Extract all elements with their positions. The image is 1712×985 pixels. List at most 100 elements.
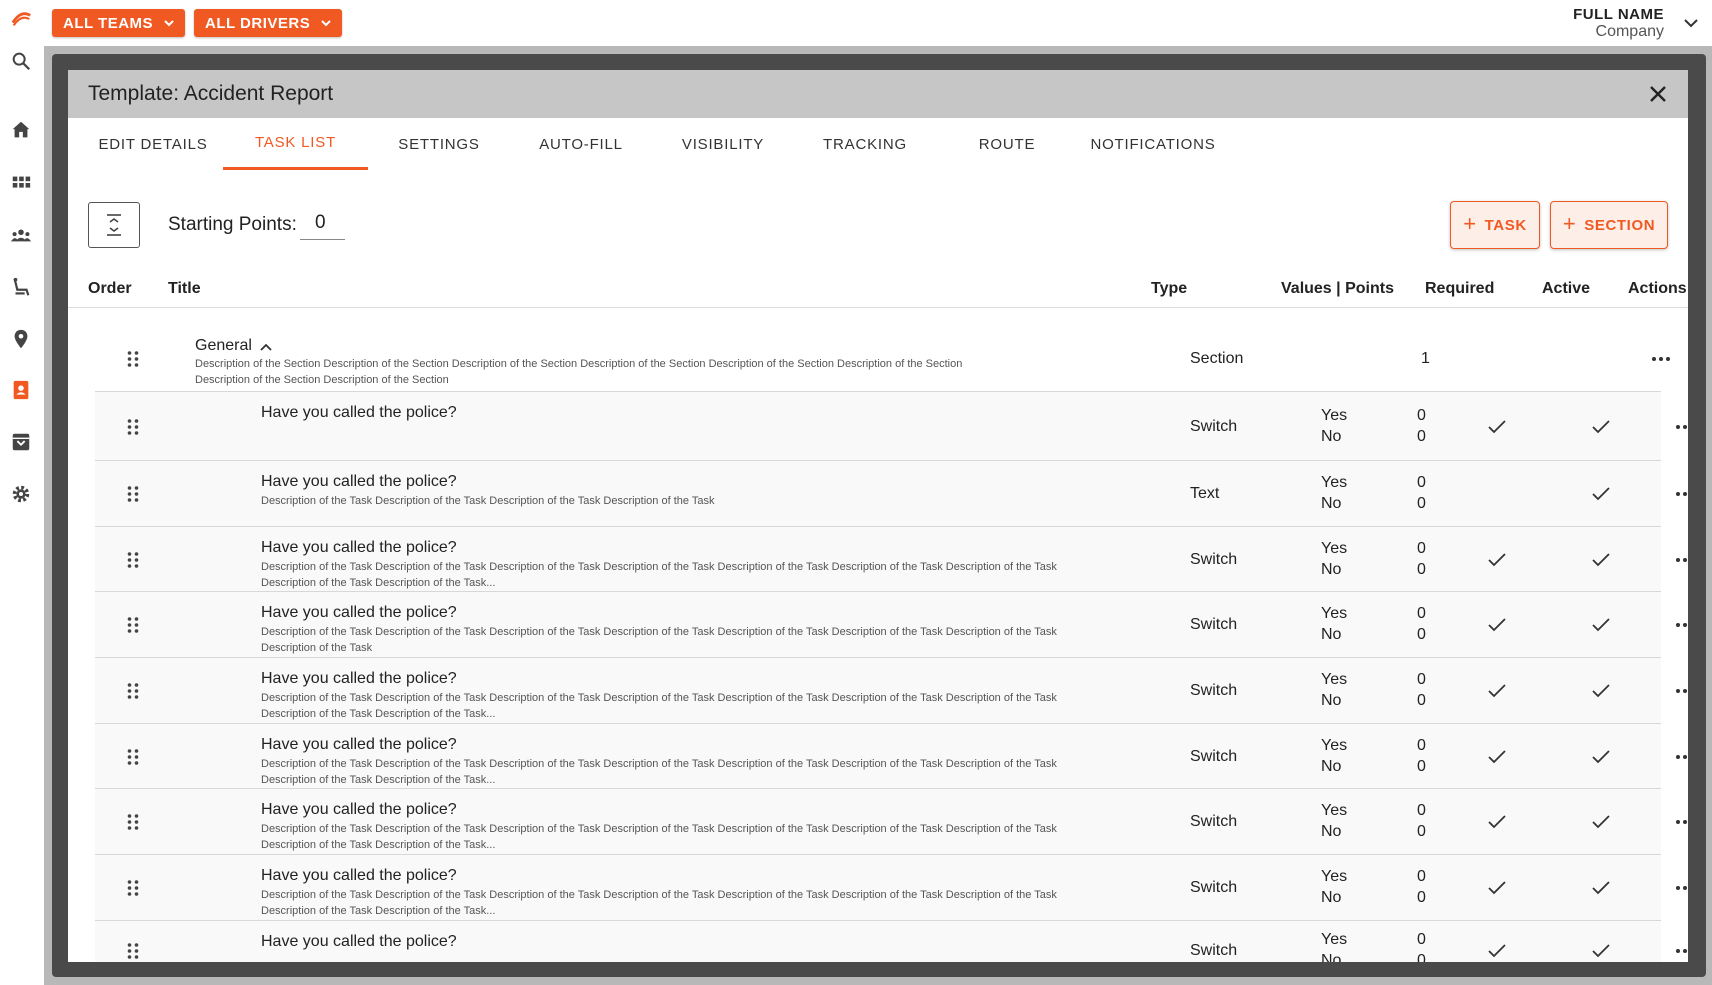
task-description: Description of the Task Description of t…	[261, 889, 1057, 917]
tab-edit-details[interactable]: EDIT DETAILS	[83, 118, 223, 170]
report-icon[interactable]	[8, 377, 34, 403]
section-row[interactable]: General Description of the Section Descr…	[95, 326, 1670, 392]
task-points-2: 0	[1417, 626, 1426, 643]
drag-handle-icon[interactable]	[126, 813, 140, 831]
grid-icon[interactable]	[8, 170, 34, 196]
task-points-1: 0	[1417, 407, 1426, 424]
more-actions-icon[interactable]	[1675, 885, 1688, 891]
more-actions-icon[interactable]	[1675, 424, 1688, 430]
header-actions: Actions	[1628, 280, 1687, 297]
task-title: Have you called the police?	[261, 404, 457, 421]
search-icon[interactable]	[8, 48, 34, 74]
table-row[interactable]: Have you called the police? Description o…	[95, 527, 1687, 592]
drag-handle-icon[interactable]	[126, 942, 140, 960]
active-check-icon[interactable]	[1591, 814, 1611, 830]
task-value-1: Yes	[1321, 407, 1348, 424]
tab-auto-fill[interactable]: AUTO-FILL	[510, 118, 652, 170]
required-check-icon[interactable]	[1487, 552, 1507, 568]
table-row[interactable]: Have you called the police? Switch Yes No 0 0	[95, 921, 1687, 962]
required-check-icon[interactable]	[1487, 617, 1507, 633]
seat-icon[interactable]	[8, 274, 34, 300]
all-drivers-label: ALL DRIVERS	[205, 14, 311, 32]
header-title: Title	[168, 280, 201, 297]
more-actions-icon[interactable]	[1675, 948, 1688, 954]
active-check-icon[interactable]	[1591, 617, 1611, 633]
table-row[interactable]: Have you called the police? Description o…	[95, 658, 1687, 724]
drag-handle-icon[interactable]	[126, 682, 140, 700]
settings-icon[interactable]	[8, 481, 34, 507]
all-drivers-dropdown[interactable]: ALL DRIVERS	[194, 9, 343, 37]
task-type: Switch	[1190, 813, 1238, 830]
task-value-2: No	[1321, 823, 1342, 840]
task-value-2: No	[1321, 692, 1342, 709]
logo-icon[interactable]	[8, 6, 34, 32]
tab-route[interactable]: ROUTE	[936, 118, 1078, 170]
table-row[interactable]: Have you called the police? Description o…	[95, 461, 1687, 527]
user-menu[interactable]: FULL NAME Company	[1573, 6, 1664, 40]
required-check-icon[interactable]	[1487, 880, 1507, 896]
active-check-icon[interactable]	[1591, 880, 1611, 896]
starting-points-input[interactable]: 0	[300, 212, 345, 240]
task-points-2: 0	[1417, 889, 1426, 906]
drag-handle-icon[interactable]	[126, 485, 140, 503]
required-check-icon[interactable]	[1487, 419, 1507, 435]
task-value-2: No	[1321, 626, 1342, 643]
drag-handle-icon[interactable]	[126, 418, 140, 436]
more-actions-icon[interactable]	[1675, 688, 1688, 694]
task-points-2: 0	[1417, 823, 1426, 840]
close-icon[interactable]	[1646, 82, 1670, 106]
tab-notifications[interactable]: NOTIFICATIONS	[1078, 118, 1228, 170]
active-check-icon[interactable]	[1591, 749, 1611, 765]
task-description: Description of the Task Description of t…	[261, 692, 1057, 720]
left-nav-rail	[0, 0, 44, 985]
tab-settings[interactable]: SETTINGS	[368, 118, 510, 170]
more-actions-icon[interactable]	[1675, 557, 1688, 563]
more-actions-icon[interactable]	[1675, 819, 1688, 825]
all-teams-dropdown[interactable]: ALL TEAMS	[52, 9, 186, 37]
task-description: Description of the Task Description of t…	[261, 495, 715, 507]
required-check-icon[interactable]	[1487, 943, 1507, 959]
task-value-2: No	[1321, 428, 1342, 445]
active-check-icon[interactable]	[1591, 943, 1611, 959]
task-description: Description of the Task Description of t…	[261, 758, 1057, 786]
tab-tracking[interactable]: TRACKING	[794, 118, 936, 170]
more-actions-icon[interactable]	[1675, 622, 1688, 628]
drag-handle-icon[interactable]	[126, 350, 140, 368]
drag-handle-icon[interactable]	[126, 879, 140, 897]
chevron-down-icon[interactable]	[1682, 14, 1700, 32]
drag-handle-icon[interactable]	[126, 551, 140, 569]
tab-task-list[interactable]: TASK LIST	[223, 118, 368, 170]
collapse-all-button[interactable]	[88, 202, 140, 248]
task-points-1: 0	[1417, 931, 1426, 948]
table-row[interactable]: Have you called the police? Description o…	[95, 789, 1687, 855]
more-actions-icon[interactable]	[1675, 754, 1688, 760]
table-row[interactable]: Have you called the police? Switch Yes No 0 0	[95, 392, 1687, 461]
more-actions-icon[interactable]	[1651, 356, 1671, 362]
table-row[interactable]: Have you called the police? Description o…	[95, 724, 1687, 789]
table-row[interactable]: Have you called the police? Description o…	[95, 592, 1687, 658]
chevron-up-icon[interactable]	[259, 342, 273, 352]
archive-icon[interactable]	[8, 429, 34, 455]
location-pin-icon[interactable]	[8, 326, 34, 352]
active-check-icon[interactable]	[1591, 552, 1611, 568]
tab-visibility[interactable]: VISIBILITY	[652, 118, 794, 170]
required-check-icon[interactable]	[1487, 749, 1507, 765]
drag-handle-icon[interactable]	[126, 616, 140, 634]
active-check-icon[interactable]	[1591, 419, 1611, 435]
active-check-icon[interactable]	[1591, 683, 1611, 699]
header-active: Active	[1542, 280, 1591, 297]
add-task-button[interactable]: + TASK	[1450, 201, 1540, 249]
add-section-button[interactable]: + SECTION	[1550, 201, 1668, 249]
home-icon[interactable]	[8, 117, 34, 143]
task-value-1: Yes	[1321, 802, 1348, 819]
starting-points-label: Starting Points:	[168, 214, 297, 235]
drag-handle-icon[interactable]	[126, 748, 140, 766]
more-actions-icon[interactable]	[1675, 491, 1688, 497]
required-check-icon[interactable]	[1487, 814, 1507, 830]
tab-bar: EDIT DETAILS TASK LIST SETTINGS AUTO-FIL…	[68, 118, 1688, 170]
table-row[interactable]: Have you called the police? Description o…	[95, 855, 1687, 921]
team-icon[interactable]	[8, 222, 34, 248]
active-check-icon[interactable]	[1591, 486, 1611, 502]
header-order: Order	[88, 280, 132, 297]
required-check-icon[interactable]	[1487, 683, 1507, 699]
